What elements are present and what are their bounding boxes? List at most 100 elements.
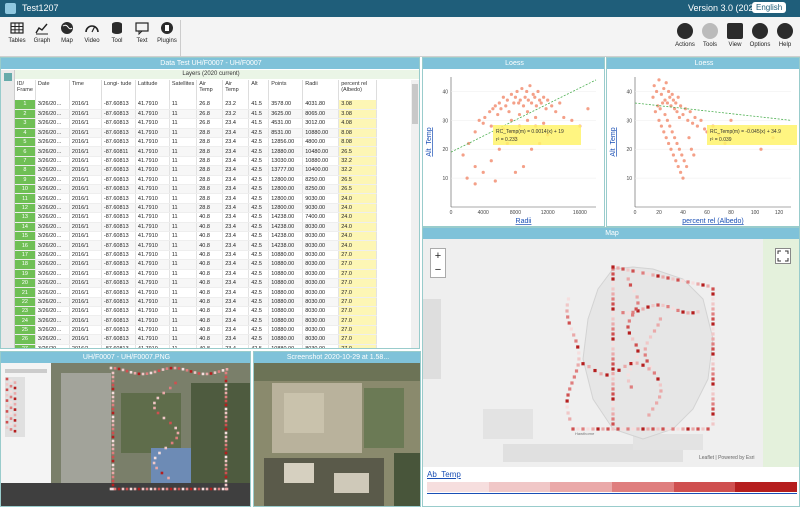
- table-row[interactable]: 1 3/26/20… 2016/1 -87.60813 41.7910 11 26.8 23.…: [15, 100, 378, 110]
- tools-button[interactable]: Tools: [697, 23, 723, 48]
- table-row[interactable]: 16 3/26/20… 2016/1 -87.60813 41.7910 11 40.8 23…: [15, 240, 378, 251]
- table-row[interactable]: 6 3/26/20… 2016/1 -87.60811 41.7910 11 28.8 23.…: [15, 146, 378, 157]
- video-button[interactable]: Video: [79, 21, 105, 44]
- y-tick-label: 30: [626, 118, 632, 124]
- fullscreen-button[interactable]: [775, 248, 791, 264]
- track-point: [711, 307, 715, 311]
- track-point: [174, 381, 177, 385]
- table-cell: 23.4: [222, 175, 250, 186]
- table-row[interactable]: 21 3/26/20… 2016/1 -87.60813 41.7910 11 40.8 23…: [15, 287, 378, 298]
- language-select[interactable]: English: [752, 2, 787, 13]
- map-canvas[interactable]: Hawthorne: [423, 239, 800, 467]
- table-row[interactable]: 25 3/26/20… 2016/1 -87.60813 41.7910 11 40.8 23…: [15, 325, 378, 336]
- track-point: [13, 419, 17, 422]
- table-cell: 8030.00: [302, 278, 340, 289]
- column-header[interactable]: percent rel (Albedo): [338, 80, 378, 100]
- table-cell: 2016/1: [69, 203, 102, 214]
- zoom-out-button[interactable]: −: [431, 263, 445, 277]
- table-row[interactable]: 10 3/26/20… 2016/1 -87.60813 41.7910 11 28.8 23…: [15, 184, 378, 195]
- track-point: [13, 402, 17, 406]
- table-row[interactable]: 19 3/26/20… 2016/1 -87.60813 41.7910 11 40.8 23…: [15, 269, 378, 279]
- track-point: [576, 345, 580, 349]
- track-point: [177, 487, 181, 491]
- table-row[interactable]: 27 3/26/20… 2016/1 -87.60813 41.7910 11 40.8 23…: [15, 344, 378, 348]
- track-point: [651, 407, 655, 411]
- table-row[interactable]: 2 3/26/20… 2016/1 -87.60813 41.7910 11 26.8 23.…: [15, 109, 378, 120]
- column-header[interactable]: Alt: [248, 80, 270, 100]
- table-row[interactable]: 3 3/26/20… 2016/1 -87.60813 41.7910 11 26.8 23.…: [15, 118, 378, 129]
- table-row[interactable]: 24 3/26/20… 2016/1 -87.60813 41.7910 11 40.8 23…: [15, 315, 378, 326]
- plugins-button[interactable]: Plugins: [154, 21, 180, 44]
- graph-button[interactable]: Graph: [29, 21, 55, 44]
- table-row[interactable]: 20 3/26/20… 2016/1 -87.60813 41.7910 11 40.8 23…: [15, 278, 378, 289]
- column-header[interactable]: Longi- tude: [101, 80, 136, 100]
- track-point: [711, 397, 715, 401]
- text-button[interactable]: Text: [129, 21, 155, 44]
- select-all-icon[interactable]: [4, 73, 12, 81]
- data-point: [509, 118, 514, 122]
- table-row[interactable]: 9 3/26/20… 2016/1 -87.60813 41.7910 11 28.8 23.…: [15, 175, 378, 186]
- table-row[interactable]: 18 3/26/20… 2016/1 -87.60813 41.7910 11 40.8 23…: [15, 259, 378, 270]
- table-row[interactable]: 26 3/26/20… 2016/1 -87.60813 41.7910 11 40.8 23…: [15, 334, 378, 345]
- table-row[interactable]: 15 3/26/20… 2016/1 -87.60813 41.7910 11 40.8 23…: [15, 231, 378, 242]
- table-row[interactable]: 5 3/26/20… 2016/1 -87.60813 41.7910 11 28.8 23.…: [15, 137, 378, 148]
- column-header[interactable]: Date: [35, 80, 70, 100]
- column-header[interactable]: Air Temp: [222, 80, 250, 100]
- column-header[interactable]: Time: [69, 80, 102, 100]
- data-point: [664, 136, 668, 140]
- table-scrollbar[interactable]: [411, 80, 419, 348]
- data-point: [659, 124, 663, 128]
- map-button[interactable]: Map: [54, 21, 80, 44]
- view-button[interactable]: View: [722, 23, 748, 48]
- track-point: [9, 384, 13, 388]
- table-row[interactable]: 8 3/26/20… 2016/1 -87.60813 41.7910 11 28.8 23.…: [15, 165, 378, 176]
- track-point: [111, 455, 115, 459]
- track-point: [711, 347, 715, 351]
- track-point: [189, 370, 193, 373]
- track-point: [711, 342, 715, 346]
- table-cell: 11: [169, 156, 198, 167]
- table-cell: 11: [169, 146, 198, 157]
- map-attribution[interactable]: Leaflet | Powered by Esri: [699, 455, 755, 461]
- table-cell: 40.8: [196, 334, 224, 345]
- table-row[interactable]: 11 3/26/20… 2016/1 -87.60813 41.7910 11 28.8 23…: [15, 193, 378, 204]
- tables-button[interactable]: Tables: [4, 21, 30, 44]
- column-header[interactable]: Air Temp: [196, 80, 224, 100]
- map-legend-label[interactable]: Ab_Temp: [427, 470, 461, 479]
- track-point: [156, 396, 160, 400]
- data-point: [661, 101, 665, 105]
- actions-button[interactable]: Actions: [672, 23, 698, 48]
- table-cell: 42.5: [248, 278, 270, 289]
- zoom-in-button[interactable]: +: [431, 249, 445, 263]
- table-cell: 8.08: [338, 137, 378, 148]
- table-row[interactable]: 14 3/26/20… 2016/1 -87.60813 41.7910 11 40.8 23…: [15, 222, 378, 232]
- table-cell: 40.8: [196, 278, 224, 289]
- track-point: [173, 487, 177, 491]
- track-point: [209, 487, 213, 491]
- table-cell: 41.7910: [135, 184, 170, 195]
- row-selector-column[interactable]: [1, 70, 15, 348]
- help-button[interactable]: Help: [772, 23, 798, 48]
- table-row[interactable]: 22 3/26/20… 2016/1 -87.60813 41.7910 11 40.8 23…: [15, 297, 378, 308]
- column-header[interactable]: Radii: [302, 80, 340, 100]
- table-cell: 24.0: [338, 240, 378, 251]
- table-row[interactable]: 12 3/26/20… 2016/1 -87.60813 41.7910 11 28.8 23…: [15, 203, 378, 214]
- track-point: [645, 341, 649, 345]
- column-header[interactable]: Satellites: [169, 80, 198, 100]
- table-cell: 28.8: [196, 193, 224, 204]
- column-header[interactable]: ID/ Frame: [15, 80, 36, 100]
- table-row[interactable]: 13 3/26/20… 2016/1 -87.60813 41.7910 11 40.8 23…: [15, 212, 378, 223]
- table-row[interactable]: 17 3/26/20… 2016/1 -87.60813 41.7910 11 40.8 23…: [15, 250, 378, 261]
- table-cell: 3.08: [338, 109, 378, 120]
- column-header[interactable]: Latitude: [135, 80, 170, 100]
- table-row[interactable]: 7 3/26/20… 2016/1 -87.60813 41.7910 11 28.8 23.…: [15, 156, 378, 167]
- tool-button[interactable]: Tool: [104, 21, 130, 44]
- data-point: [518, 98, 522, 102]
- options-button[interactable]: Options: [747, 23, 773, 48]
- table-row[interactable]: 4 3/26/20… 2016/1 -87.60813 41.7910 11 28.8 23.…: [15, 128, 378, 139]
- track-point: [711, 357, 715, 361]
- table-row[interactable]: 23 3/26/20… 2016/1 -87.60813 41.7910 11 40.8 23…: [15, 306, 378, 317]
- track-point: [9, 390, 13, 393]
- column-header[interactable]: Points: [268, 80, 304, 100]
- scrollbar-thumb[interactable]: [412, 84, 418, 124]
